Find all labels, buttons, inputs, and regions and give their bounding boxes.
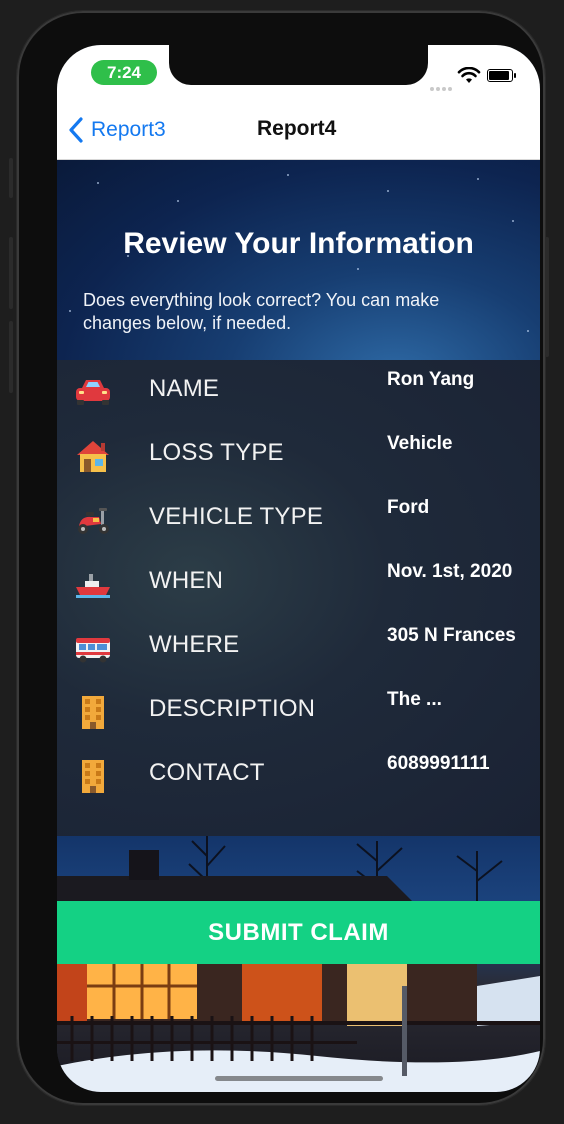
wifi-icon [457, 67, 481, 83]
building-icon [82, 696, 104, 729]
list-item-loss-type[interactable]: LOSS TYPE Vehicle [57, 424, 540, 488]
status-bar: 7:24 [57, 45, 540, 99]
row-label: NAME [149, 375, 220, 402]
mute-switch [9, 158, 13, 198]
ship-icon [76, 574, 110, 598]
row-value: Nov. 1st, 2020 [387, 561, 513, 582]
row-value: Vehicle [387, 433, 453, 454]
nav-title: Report4 [257, 117, 337, 140]
list-item-vehicle-type[interactable]: VEHICLE TYPE Ford [57, 488, 540, 552]
review-subtitle: Does everything look correct? You can ma… [83, 290, 440, 333]
information-list: NAME Ron Yang LOSS TYPE Vehicle VEHICLE … [57, 360, 540, 836]
row-value: Ford [387, 497, 430, 518]
volume-down-button [9, 321, 13, 393]
row-value: The ... [387, 689, 442, 710]
row-value: 6089991111 [387, 753, 490, 774]
row-label: VEHICLE TYPE [149, 503, 324, 530]
car-icon [76, 380, 110, 405]
list-item-name[interactable]: NAME Ron Yang [57, 360, 540, 424]
signal-icon [430, 78, 454, 96]
list-item-description[interactable]: DESCRIPTION The ... [57, 680, 540, 744]
scooter-icon [78, 508, 109, 534]
status-time: 7:24 [91, 60, 157, 85]
row-label: WHERE [149, 631, 240, 658]
review-title: Review Your Information [123, 227, 474, 260]
home-indicator [215, 1076, 383, 1081]
back-button[interactable]: Report3 [67, 115, 166, 145]
notch [169, 45, 428, 85]
volume-up-button [9, 237, 13, 309]
navigation-bar: Report3 Report4 [57, 99, 540, 160]
row-label: DESCRIPTION [149, 695, 316, 722]
back-label: Report3 [91, 118, 166, 141]
power-button [545, 237, 549, 357]
submit-claim-button[interactable]: SUBMIT CLAIM [57, 901, 540, 964]
list-item-contact[interactable]: CONTACT 6089991111 [57, 744, 540, 808]
house-icon [77, 441, 109, 472]
building-icon [82, 760, 104, 793]
row-label: WHEN [149, 567, 224, 594]
battery-icon [487, 69, 516, 82]
list-item-where[interactable]: WHERE 305 N Frances [57, 616, 540, 680]
screen: 7:24 Report3 Report4 Review Your Informa… [57, 45, 540, 1092]
row-label: LOSS TYPE [149, 439, 284, 466]
bus-icon [76, 638, 110, 663]
row-value: Ron Yang [387, 369, 475, 390]
review-header: Review Your Information Does everything … [57, 160, 540, 360]
phone-frame: 7:24 Report3 Report4 Review Your Informa… [9, 11, 549, 1105]
row-label: CONTACT [149, 759, 265, 786]
chevron-left-icon [69, 117, 83, 143]
list-item-when[interactable]: WHEN Nov. 1st, 2020 [57, 552, 540, 616]
row-value: 305 N Frances [387, 625, 516, 646]
house-background-image [57, 836, 540, 1092]
